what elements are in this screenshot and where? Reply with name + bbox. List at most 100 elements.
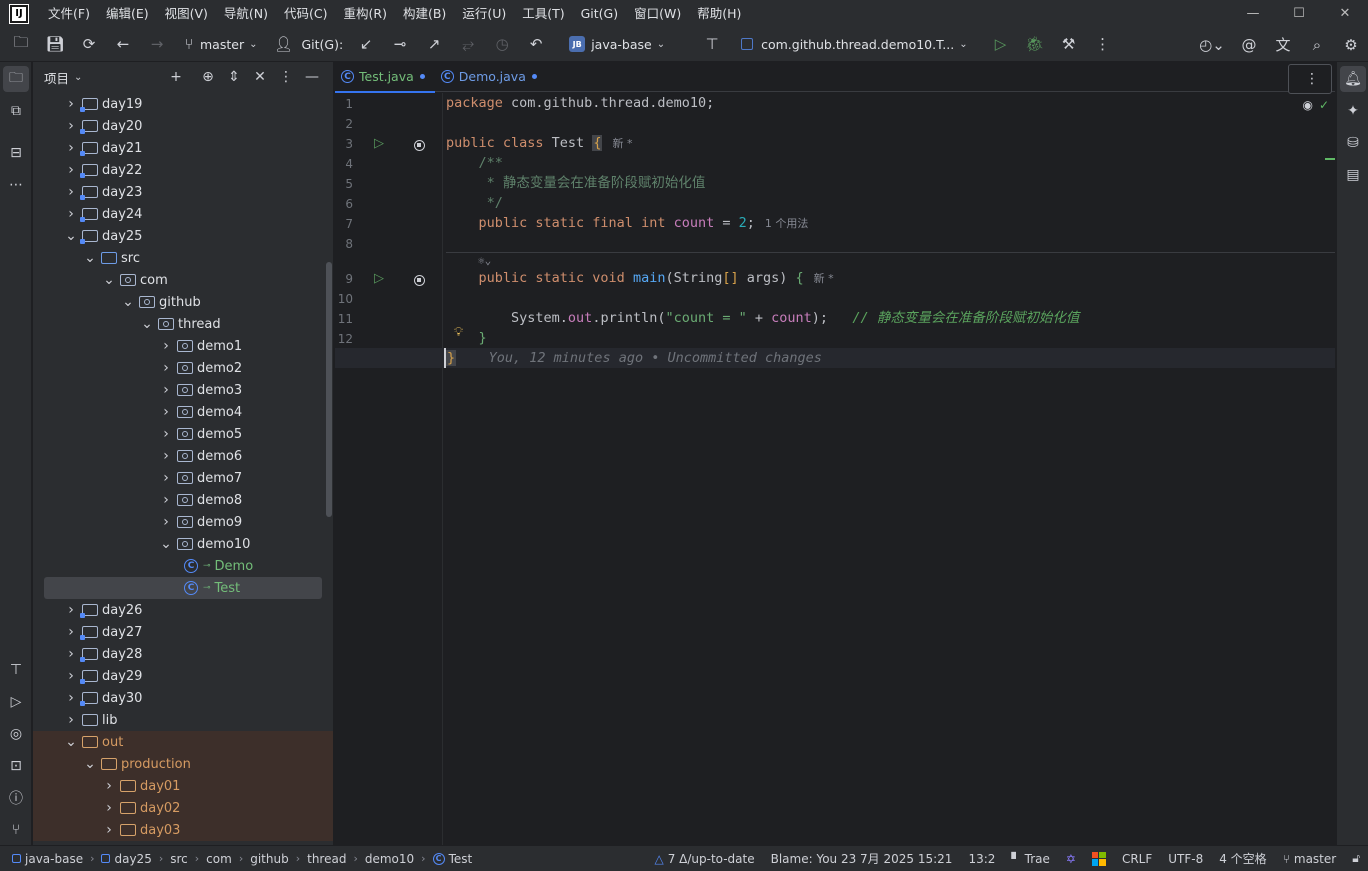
more-tools-icon[interactable]: ⋯ [3,172,29,198]
breadcrumb-item[interactable]: thread [307,852,346,866]
tree-item-day29[interactable]: › day29 [33,665,333,687]
tree-scrollbar[interactable] [326,262,332,517]
sync-icon[interactable]: ⟳ [72,29,106,59]
line-separator[interactable]: CRLF [1114,852,1160,866]
breadcrumb-item[interactable]: day25 [114,852,151,866]
tree-item-day24[interactable]: › day24 [33,203,333,225]
chevron-right-icon[interactable]: › [159,338,173,354]
collapse-all-icon[interactable]: ✕ [247,69,273,85]
tree-item-day22[interactable]: › day22 [33,159,333,181]
chevron-down-icon[interactable]: ⌄ [140,316,154,332]
menu-build[interactable]: 构建(B) [395,0,454,27]
git-history-icon[interactable]: ◷ [485,29,519,59]
chevron-down-icon[interactable]: ⌄ [83,250,97,266]
inline-blame[interactable]: You, 12 minutes ago • Uncommitted change… [456,350,822,366]
tree-item-src[interactable]: ⌄ src [33,247,333,269]
chevron-right-icon[interactable]: › [159,492,173,508]
chevron-right-icon[interactable]: › [159,360,173,376]
git-commit-icon[interactable]: ⊸ [383,29,417,59]
user-icon[interactable]: 👤︎ [271,29,295,59]
chevron-down-icon[interactable]: ⌄ [83,756,97,772]
trae-hammer-icon[interactable]: ⊤ [695,29,729,59]
notifications-bell-icon[interactable]: 🔔︎ [1340,66,1366,92]
tree-item-demo1[interactable]: › demo1 [33,335,333,357]
gradle-icon[interactable]: ▤ [1340,162,1366,188]
chevron-down-icon[interactable]: ⌄ [121,294,135,310]
add-icon[interactable]: + [163,69,189,85]
save-icon[interactable]: 💾︎ [38,29,72,59]
tree-item-demo7[interactable]: › demo7 [33,467,333,489]
tree-item-demo8[interactable]: › demo8 [33,489,333,511]
tab-demo-java[interactable]: C Demo.java [435,62,547,92]
translate-icon[interactable]: 文 [1266,30,1300,60]
tree-item-day23[interactable]: › day23 [33,181,333,203]
tree-item-out[interactable]: ⌄ out [33,731,333,753]
tree-item-github[interactable]: ⌄ github [33,291,333,313]
breadcrumb-item[interactable]: demo10 [365,852,414,866]
database-icon[interactable]: ⛁ [1340,130,1366,156]
more-options-icon[interactable]: ⋮ [1086,29,1120,59]
menu-file[interactable]: 文件(F) [40,0,98,27]
breakpoint-icon[interactable] [414,275,425,286]
tree-item-day30[interactable]: › day30 [33,687,333,709]
usages-hint[interactable]: 1 个用法 [765,217,809,230]
git-rollback-icon[interactable]: ↶ [519,29,553,59]
git-tool-icon[interactable]: ⑂ [3,817,29,843]
indent-setting[interactable]: 4 个空格 [1211,850,1274,867]
terminal-tool-icon[interactable]: ⊡ [3,753,29,779]
tree-item-demo2[interactable]: › demo2 [33,357,333,379]
options-icon[interactable]: ⋮ [273,69,299,85]
hide-panel-icon[interactable]: — [299,69,325,85]
breadcrumb-item[interactable]: github [250,852,288,866]
search-icon[interactable]: ⌕ [1300,30,1334,60]
chevron-right-icon[interactable]: › [159,470,173,486]
tree-item-production[interactable]: ⌄ production [33,753,333,775]
tree-item-test[interactable]: C ⊸ Test [33,577,333,599]
chevron-right-icon[interactable]: › [159,382,173,398]
lock-icon[interactable]: 🔓︎ [1344,851,1368,866]
vcs-status[interactable]: △ 7 Δ/up-to-date [646,852,762,866]
menu-edit[interactable]: 编辑(E) [98,0,157,27]
tree-item-day25[interactable]: ⌄ day25 [33,225,333,247]
problems-tool-icon[interactable]: ⓘ [3,785,29,811]
project-tool-icon[interactable]: 🗀 [3,66,29,92]
tree-item-day20[interactable]: › day20 [33,115,333,137]
forward-arrow-icon[interactable]: → [140,29,174,59]
open-folder-icon[interactable]: 🗀 [4,29,38,59]
branch-selector[interactable]: ⑂ master ⌄ [178,29,257,59]
tree-item-day19[interactable]: › day19 [33,93,333,115]
blame-status[interactable]: Blame: You 23 7月 2025 15:21 [763,850,961,867]
tree-item-demo6[interactable]: › demo6 [33,445,333,467]
run-tool-icon[interactable]: ▷ [3,689,29,715]
debug-icon[interactable]: 🐞︎ [1018,29,1052,59]
git-push-icon[interactable]: ↗ [417,29,451,59]
windows-logo-icon[interactable] [1084,851,1114,866]
caret-position[interactable]: 13:2 [960,852,1003,866]
locate-icon[interactable]: ⊕ [195,69,221,85]
chevron-right-icon[interactable]: › [64,96,78,112]
services-tool-icon[interactable]: ◎ [3,721,29,747]
chevron-right-icon[interactable]: › [64,690,78,706]
run-icon[interactable]: ▷ [984,29,1018,59]
back-arrow-icon[interactable]: ← [106,29,140,59]
tab-test-java[interactable]: C Test.java [335,62,435,93]
chevron-right-icon[interactable]: › [64,140,78,156]
chevron-right-icon[interactable]: › [159,514,173,530]
build-hammer-icon[interactable]: ⚒ [1052,29,1086,59]
chevron-right-icon[interactable]: › [64,184,78,200]
chevron-right-icon[interactable]: › [64,162,78,178]
ai-assistant-icon[interactable]: @ [1232,30,1266,60]
tree-item-day01[interactable]: › day01 [33,775,333,797]
breakpoint-icon[interactable] [414,140,425,151]
lightbulb-icon[interactable]: 💡︎ [454,325,463,340]
intellij-logo-icon[interactable]: IJ [9,3,29,24]
maximize-icon[interactable]: ☐ [1276,0,1322,27]
tree-item-demo9[interactable]: › demo9 [33,511,333,533]
tree-item-day27[interactable]: › day27 [33,621,333,643]
chevron-down-icon[interactable]: ⌄ [74,72,82,83]
update-icon[interactable]: ◴⌄ [1192,30,1232,60]
tree-item-com[interactable]: ⌄ com [33,269,333,291]
breadcrumb-item[interactable]: Test [449,852,473,866]
project-panel-title[interactable]: 项目 [44,68,69,87]
chevron-right-icon[interactable]: › [64,624,78,640]
